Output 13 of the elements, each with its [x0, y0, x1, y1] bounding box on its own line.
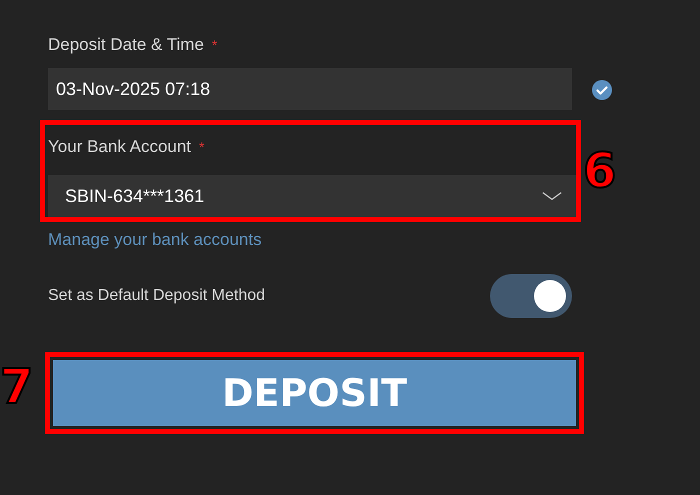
required-mark: * [212, 37, 218, 53]
check-icon [591, 79, 613, 101]
step-number: 6 [583, 147, 616, 195]
step-number: 7 [0, 363, 34, 411]
field-label: Your Bank Account [48, 137, 192, 157]
manage-accounts-link[interactable]: Manage your bank accounts [48, 230, 262, 250]
chevron-down-icon [540, 191, 564, 201]
bank-account-dropdown[interactable]: SBIN-634***1361 [48, 175, 576, 217]
default-method-label: Set as Default Deposit Method [48, 287, 266, 305]
date-time-field[interactable]: 03-Nov-2025 07:18 [48, 68, 572, 110]
field-label: Deposit Date & Time [48, 35, 204, 55]
toggle-switch[interactable] [490, 274, 572, 318]
required-mark: * [199, 139, 204, 155]
